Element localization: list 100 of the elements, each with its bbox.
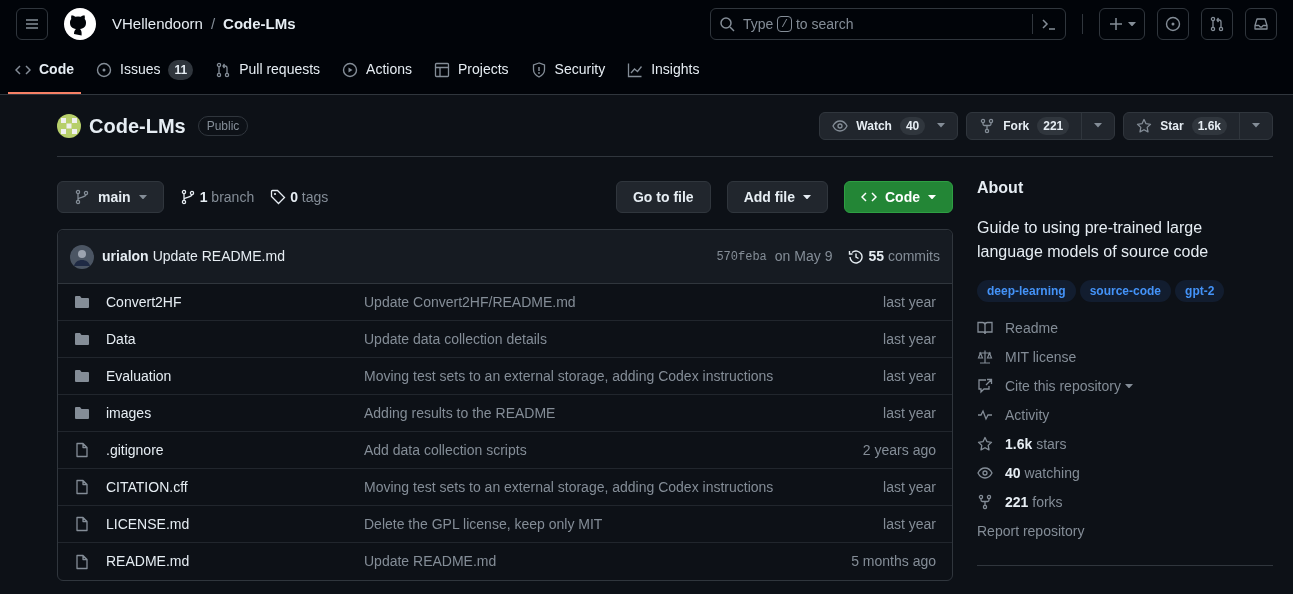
file-name[interactable]: Data: [106, 328, 364, 350]
play-icon: [342, 61, 359, 78]
eye-icon: [977, 465, 993, 481]
file-commit-message[interactable]: Moving test sets to an external storage, adding Codex instructions: [364, 365, 774, 387]
commit-message[interactable]: Update README.md: [152, 246, 285, 267]
commit-hash[interactable]: 570feba: [716, 247, 767, 266]
about-link[interactable]: Cite this repository: [977, 376, 1273, 396]
caret-icon: [803, 194, 811, 200]
folder-icon: [74, 405, 90, 421]
repo-tab[interactable]: Actions: [335, 47, 419, 94]
file-commit-message[interactable]: Update README.md: [364, 551, 497, 572]
folder-icon: [74, 294, 90, 310]
star-icon: [1136, 117, 1153, 134]
pull-requests-button[interactable]: [1201, 8, 1233, 40]
file-name[interactable]: CITATION.cff: [106, 476, 364, 498]
file-time: last year: [883, 292, 936, 312]
file-time: 5 months ago: [851, 552, 936, 571]
issues-button[interactable]: [1157, 8, 1189, 40]
file-name[interactable]: README.md: [106, 551, 364, 572]
owner-link[interactable]: VHellendoorn: [112, 12, 203, 36]
inbox-icon: [1253, 16, 1269, 32]
folder-icon: [74, 368, 90, 384]
menu-button[interactable]: [16, 8, 48, 40]
circle-dot-icon: [1165, 16, 1181, 32]
repo-tab[interactable]: Insights: [620, 47, 707, 94]
code-button[interactable]: Code: [844, 181, 953, 213]
file-commit-message[interactable]: Update Convert2HF/README.md: [364, 291, 576, 313]
caret-icon: [928, 194, 936, 200]
repo-tab[interactable]: Security: [523, 47, 613, 94]
count-badge: 11: [168, 59, 194, 80]
shield-icon: [530, 61, 547, 78]
about-link[interactable]: Readme: [977, 318, 1273, 338]
file-name[interactable]: Convert2HF: [106, 291, 364, 313]
file-commit-message[interactable]: Moving test sets to an external storage, adding Codex instructions: [364, 476, 774, 498]
file-name[interactable]: Evaluation: [106, 365, 364, 387]
repo-description: Guide to using pre-trained large language models of source code: [977, 218, 1210, 262]
count-badge: 1.6k: [1191, 116, 1227, 135]
file-commit-message[interactable]: Delete the GPL license, keep only MIT: [364, 513, 603, 535]
menu-icon: [24, 16, 40, 32]
file-time: last year: [883, 477, 936, 497]
repo-tab[interactable]: Projects: [427, 47, 516, 94]
fork-button[interactable]: Fork 221: [966, 111, 1116, 140]
file-icon: [74, 442, 90, 458]
create-button[interactable]: [1099, 8, 1145, 40]
pull-request-icon: [215, 61, 232, 78]
count-badge: 40: [899, 116, 926, 135]
file-name[interactable]: .gitignore: [106, 439, 364, 461]
file-commit-message[interactable]: Adding results to the README: [364, 402, 556, 424]
terminal-icon: [1041, 16, 1057, 32]
branches-count: 1 branch: [199, 187, 255, 207]
inbox-button[interactable]: [1245, 8, 1277, 40]
star-icon: [977, 436, 993, 452]
repo-name[interactable]: Code-LMs: [89, 110, 186, 141]
file-name[interactable]: LICENSE.md: [106, 513, 364, 535]
folder-icon: [74, 331, 90, 347]
scale-icon: [977, 349, 993, 365]
star-button[interactable]: Star 1.6k: [1123, 111, 1273, 140]
search-icon: [719, 16, 735, 32]
tags-link[interactable]: 0 tags: [270, 186, 329, 208]
about-link[interactable]: Activity: [977, 405, 1273, 425]
eye-icon: [832, 117, 849, 134]
commits-link[interactable]: 55 commits: [848, 246, 940, 267]
topic-tag[interactable]: gpt-2: [1175, 280, 1225, 302]
branch-icon: [74, 189, 90, 205]
repo-tab[interactable]: Code: [8, 47, 81, 94]
topic-tag[interactable]: source-code: [1079, 280, 1172, 302]
file-name[interactable]: images: [106, 402, 364, 424]
about-link[interactable]: MIT license: [977, 347, 1273, 367]
count-badge: 221: [1037, 116, 1070, 135]
commit-author[interactable]: urialon: [102, 246, 149, 267]
tags-count: 0 tags: [290, 187, 329, 207]
pull-request-icon: [1209, 16, 1225, 32]
go-to-file-button[interactable]: Go to file: [616, 181, 711, 213]
file-commit-message[interactable]: Update data collection details: [364, 328, 547, 350]
table-icon: [434, 61, 450, 78]
repo-link[interactable]: Code-LMs: [223, 12, 296, 36]
file-commit-message[interactable]: Add data collection scripts: [364, 439, 527, 461]
book-icon: [977, 320, 993, 336]
branch-icon: [179, 189, 196, 205]
plus-icon: [1108, 16, 1124, 32]
graph-icon: [627, 61, 644, 78]
search-placeholder: Type / to search: [743, 15, 854, 34]
branch-selector[interactable]: main: [57, 181, 164, 213]
about-heading: About: [977, 178, 1025, 198]
search-field[interactable]: Type / to search: [710, 8, 1066, 40]
pulse-icon: [977, 407, 993, 423]
about-link[interactable]: Report repository: [977, 521, 1273, 541]
add-file-button[interactable]: Add file: [726, 181, 828, 213]
about-link[interactable]: 221 forks: [977, 492, 1273, 512]
user-avatar: [70, 244, 94, 269]
fork-icon: [977, 494, 993, 510]
branches-link[interactable]: 1 branch: [179, 186, 255, 208]
caret-icon: [937, 123, 946, 128]
topic-tag[interactable]: deep-learning: [977, 280, 1076, 302]
about-link[interactable]: 40 watching: [977, 463, 1273, 483]
watch-button[interactable]: Watch 40: [819, 111, 959, 140]
commits-count: 55 commits: [868, 247, 940, 266]
repo-tab[interactable]: Issues 11: [89, 47, 201, 94]
about-link[interactable]: 1.6k stars: [977, 434, 1273, 454]
repo-tab[interactable]: Pull requests: [208, 47, 328, 94]
